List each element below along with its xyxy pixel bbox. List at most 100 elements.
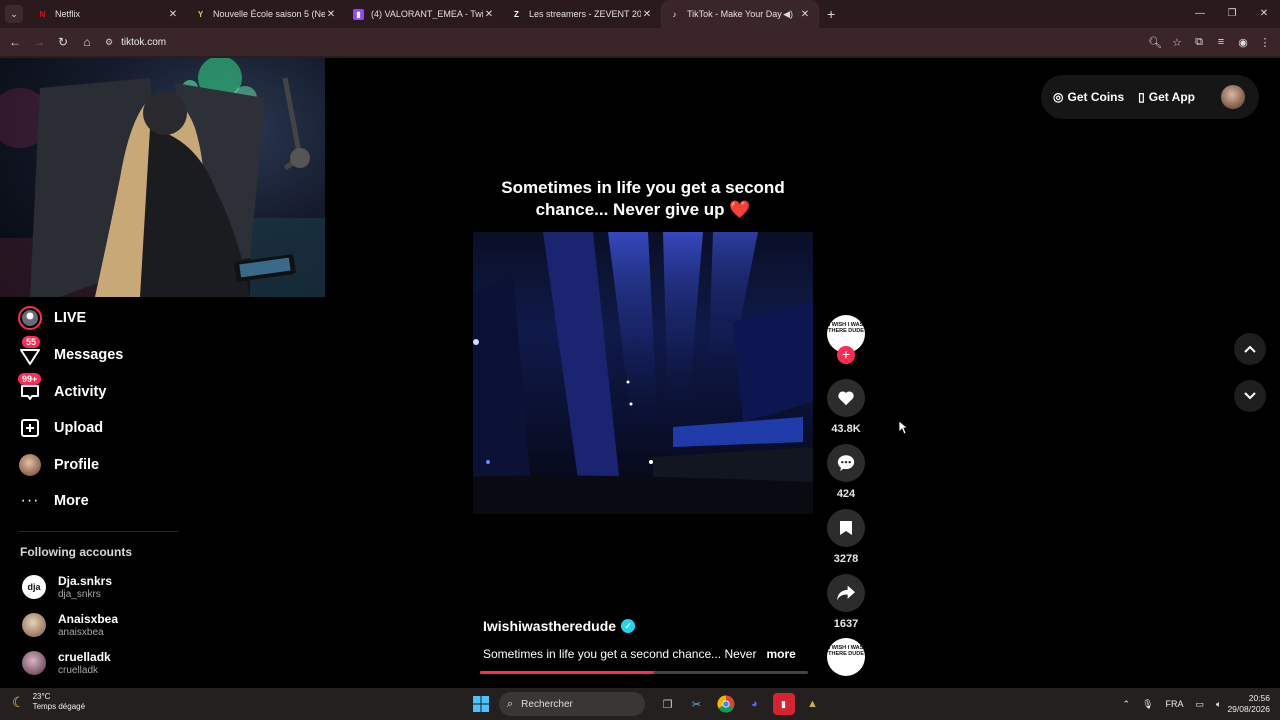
sidebar-item-label: LIVE — [54, 310, 87, 326]
comment-button[interactable] — [827, 444, 865, 482]
url-field[interactable]: ⚙ tiktok.com — [105, 37, 166, 48]
new-tab-icon[interactable]: + — [827, 6, 835, 22]
account-username: dja_snkrs — [58, 589, 101, 600]
bookmark-icon — [840, 521, 852, 535]
share-button[interactable] — [827, 574, 865, 612]
search-placeholder: Rechercher — [521, 698, 573, 710]
get-coins-button[interactable]: ◎ Get Coins — [1053, 90, 1124, 104]
forward-icon[interactable]: → — [27, 35, 51, 49]
mouse-cursor-icon — [898, 420, 908, 435]
following-account-cruelladk[interactable]: cruelladk cruelladk — [22, 650, 111, 676]
chrome-icon[interactable] — [715, 693, 737, 715]
green-app-icon[interactable]: ▲ — [802, 693, 824, 715]
profile-icon[interactable]: ◉ — [1232, 36, 1254, 49]
account-username: anaisxbea — [58, 627, 104, 638]
close-tab-icon[interactable]: ✕ — [167, 9, 179, 20]
tab-title: Netflix — [55, 9, 81, 19]
taskbar-search[interactable]: ⌕ Rechercher — [499, 692, 645, 716]
volume-icon[interactable]: 🔈︎ — [1216, 699, 1221, 710]
back-icon[interactable]: ← — [3, 35, 27, 49]
top-right-actions: ◎ Get Coins ▯ Get App — [1041, 75, 1259, 119]
language-indicator[interactable]: FRA — [1166, 699, 1184, 709]
chevron-up-icon — [1244, 345, 1256, 353]
coin-icon: ◎ — [1053, 90, 1064, 104]
activity-icon: 99+ — [18, 373, 42, 404]
sidebar-item-activity[interactable]: 99+ Activity — [18, 373, 106, 404]
following-account-anaisxbea[interactable]: Anaisxbea anaisxbea — [22, 612, 118, 638]
comment-count: 424 — [836, 488, 856, 500]
chevron-down-icon — [1244, 392, 1256, 400]
live-icon — [18, 306, 42, 330]
windows-start-icon[interactable] — [470, 693, 492, 715]
tab-title: (4) VALORANT_EMEA - Twitch — [371, 9, 483, 19]
home-icon[interactable]: ⌂ — [75, 35, 99, 49]
account-name: Dja.snkrs — [58, 574, 113, 588]
share-icon — [837, 585, 855, 601]
video-author[interactable]: Iwishiwastheredude ✓ — [483, 618, 636, 634]
close-window-icon[interactable]: ✕ — [1248, 0, 1280, 28]
sidebar-item-live[interactable]: LIVE — [18, 306, 86, 330]
minimize-icon[interactable]: — — [1184, 0, 1216, 28]
close-tab-icon[interactable]: ✕ — [483, 9, 495, 20]
clock-time: 20:56 — [1248, 693, 1270, 703]
sidebar-item-profile[interactable]: Profile — [18, 453, 99, 477]
network-icon[interactable]: ▭ — [1196, 699, 1205, 710]
browser-tab-bar: ⌄ N Netflix ✕ Y Nouvelle École saison 5 … — [0, 0, 1280, 28]
snipping-tool-icon[interactable]: ✂ — [686, 693, 708, 715]
save-button[interactable] — [827, 509, 865, 547]
close-tab-icon[interactable]: ✕ — [799, 9, 811, 20]
next-video-button[interactable] — [1234, 380, 1266, 412]
save-count: 3278 — [833, 553, 859, 565]
get-coins-label: Get Coins — [1067, 90, 1125, 104]
reload-icon[interactable]: ↻ — [51, 35, 75, 49]
video-description: Sometimes in life you get a second chanc… — [483, 647, 796, 661]
window-controls: — ❐ ✕ — [1184, 0, 1280, 28]
tab-search-icon[interactable]: ⌄ — [5, 5, 23, 23]
extensions-icon[interactable]: ⧉ — [1188, 36, 1210, 49]
sidebar-divider — [18, 531, 178, 532]
tab-tiktok[interactable]: ♪ TikTok - Make Your Day ◀) ✕ — [661, 0, 819, 28]
sidebar-item-upload[interactable]: Upload — [18, 416, 103, 440]
sidebar-item-label: Upload — [54, 420, 104, 436]
video-progress-bar[interactable] — [480, 671, 808, 674]
menu-icon[interactable]: ⋮ — [1254, 36, 1276, 49]
tab-twitch[interactable]: ▮ (4) VALORANT_EMEA - Twitch ✕ — [345, 0, 503, 28]
previous-video-button[interactable] — [1234, 333, 1266, 365]
taskbar-apps: ⌕ Rechercher ❐ ✂ ◕ ▮ ▲ — [466, 691, 827, 717]
tab-title: Les streamers - ZEVENT 2026 — [529, 9, 641, 19]
microphone-icon[interactable]: 🎙︎ — [1142, 699, 1153, 710]
user-avatar[interactable] — [1220, 85, 1245, 109]
get-app-button[interactable]: ▯ Get App — [1138, 90, 1195, 104]
weather-widget[interactable]: ☾ 23°C Temps dégagé — [12, 692, 85, 712]
tab-nouvelle-ecole[interactable]: Y Nouvelle École saison 5 (Netflix) ✕ — [187, 0, 345, 28]
tab-netflix[interactable]: N Netflix ✕ — [29, 0, 187, 28]
tab-title: Nouvelle École saison 5 (Netflix) — [213, 9, 325, 19]
more-link[interactable]: more — [766, 647, 795, 661]
red-app-icon[interactable]: ▮ — [772, 693, 795, 715]
z-icon: Z — [514, 9, 519, 19]
tray-overflow-icon[interactable]: ⌃ — [1123, 699, 1131, 710]
like-button[interactable] — [827, 379, 865, 417]
moon-icon: ☾ — [12, 693, 25, 710]
site-info-icon[interactable]: ⚙ — [105, 37, 113, 48]
bookmark-star-icon[interactable]: ☆ — [1166, 36, 1188, 49]
clock[interactable]: 20:56 29/08/2026 — [1227, 693, 1270, 715]
following-account-dja[interactable]: dja Dja.snkrs dja_snkrs — [22, 574, 112, 600]
task-view-icon[interactable]: ❐ — [657, 693, 679, 715]
close-tab-icon[interactable]: ✕ — [325, 9, 337, 20]
zoom-icon[interactable]: 🔍︎ — [1144, 36, 1166, 49]
sidebar-item-messages[interactable]: 55 Messages — [18, 336, 123, 367]
account-username: cruelladk — [58, 665, 99, 676]
discord-icon[interactable]: ◕ — [744, 693, 766, 715]
tab-zevent[interactable]: Z Les streamers - ZEVENT 2026 ✕ — [503, 0, 661, 28]
close-tab-icon[interactable]: ✕ — [641, 9, 653, 20]
speaker-icon[interactable]: ◀) — [783, 9, 793, 20]
sidebar-item-more[interactable]: ··· More — [18, 489, 89, 513]
video-player[interactable] — [473, 232, 813, 514]
maximize-icon[interactable]: ❐ — [1216, 0, 1248, 28]
media-controls-icon[interactable]: ≡ — [1210, 36, 1232, 48]
tab-title: TikTok - Make Your Day — [687, 9, 782, 19]
sound-disc-avatar[interactable]: I WISH I WAS THERE DUDE — [827, 638, 865, 676]
follow-plus-button[interactable]: + — [837, 346, 855, 364]
share-count: 1637 — [833, 618, 859, 630]
